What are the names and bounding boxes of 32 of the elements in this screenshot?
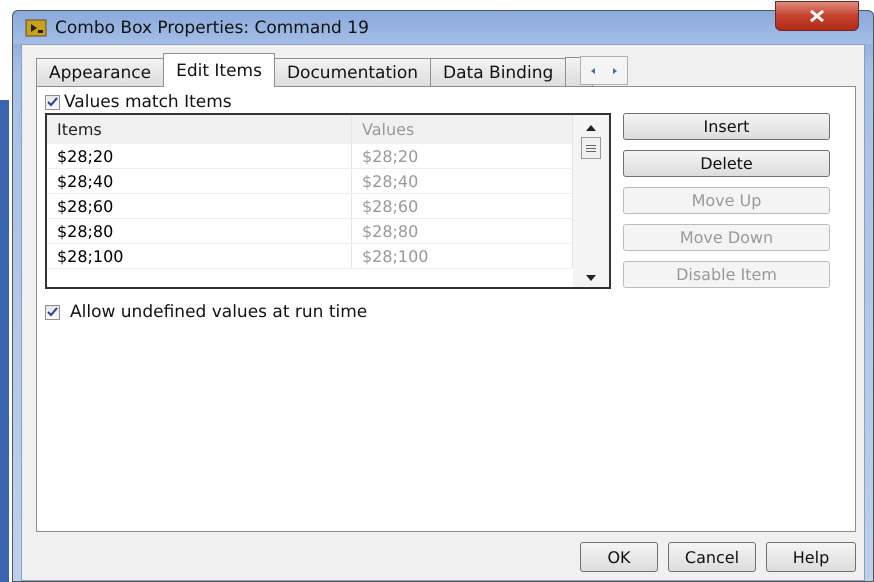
- table-cell: $28;20: [47, 144, 352, 168]
- tab[interactable]: Documentation: [274, 58, 432, 87]
- left-arrow-icon[interactable]: [589, 66, 598, 74]
- app-icon: [25, 18, 47, 36]
- checkbox-label: Values match Items: [64, 92, 232, 112]
- table-cell: $28;100: [47, 244, 352, 268]
- table-cell: $28;40: [47, 169, 352, 193]
- scroll-thumb[interactable]: [581, 137, 601, 159]
- tab[interactable]: Appearance: [36, 58, 164, 87]
- tab[interactable]: Edit Items: [163, 53, 275, 87]
- checkmark-icon: [47, 97, 58, 107]
- checkbox[interactable]: [45, 94, 60, 110]
- checkbox[interactable]: [45, 304, 60, 320]
- action-button[interactable]: Delete: [623, 150, 830, 177]
- checkbox-label: Allow undefined values at run time: [70, 302, 368, 322]
- tab[interactable]: Data Binding: [430, 58, 566, 87]
- dialog-button[interactable]: Help: [766, 542, 856, 572]
- right-arrow-icon[interactable]: [611, 66, 620, 74]
- close-button[interactable]: [775, 1, 859, 31]
- table-cell: $28;60: [47, 194, 352, 218]
- action-button[interactable]: Insert: [623, 113, 830, 140]
- checkmark-icon: [47, 307, 58, 317]
- column-header[interactable]: Items: [47, 115, 352, 144]
- scroll-up-icon[interactable]: [586, 125, 596, 131]
- scrollbar[interactable]: [573, 115, 609, 287]
- close-icon: [809, 10, 825, 22]
- dialog-button[interactable]: OK: [580, 542, 658, 572]
- window-title: Combo Box Properties: Command 19: [55, 18, 370, 38]
- grip-icon: [585, 144, 597, 152]
- scroll-down-icon[interactable]: [586, 275, 596, 281]
- dialog-button[interactable]: Cancel: [668, 542, 756, 572]
- table-cell: $28;80: [47, 219, 352, 243]
